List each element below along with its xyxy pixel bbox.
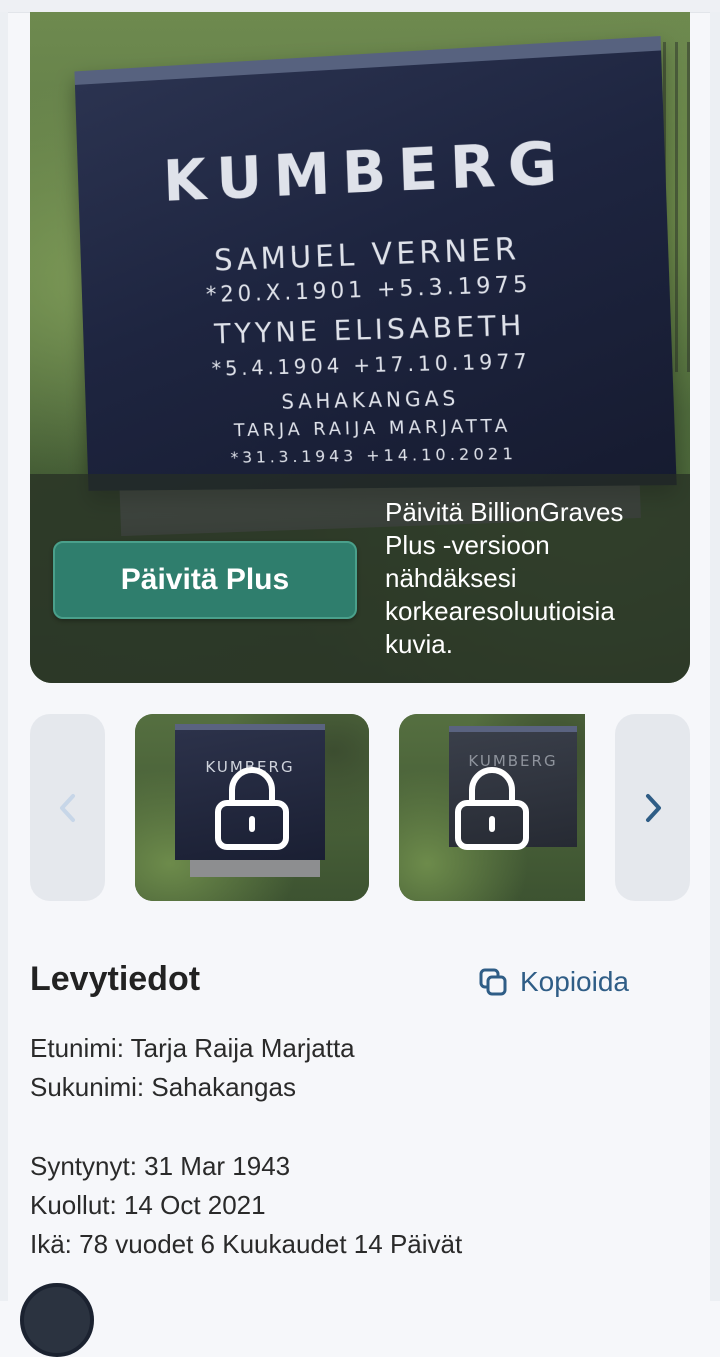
lock-icon (455, 766, 529, 850)
stone-line-6: SAHAKANGAS (281, 386, 460, 414)
prev-photo-button[interactable] (30, 714, 105, 901)
record-age: Ikä: 78 vuodet 6 Kuukaudet 14 Päivät (30, 1229, 463, 1259)
stone-line-8: *31.3.1943 +14.10.2021 (230, 443, 518, 467)
stone-line-1: KUMBERG (162, 127, 571, 215)
page-edge-right (710, 12, 720, 1301)
stone-line-7: TARJA RAIJA MARJATTA (233, 415, 512, 442)
chevron-right-icon (645, 793, 661, 822)
stone-line-4: TYYNE ELISABETH (213, 308, 527, 351)
upgrade-plus-button[interactable]: Päivitä Plus (53, 541, 357, 619)
record-died: Kuollut: 14 Oct 2021 (30, 1190, 266, 1220)
copy-button[interactable]: Kopioida (478, 962, 629, 1002)
next-photo-button[interactable] (615, 714, 690, 901)
copy-label: Kopioida (520, 966, 629, 997)
record-born: Syntynyt: 31 Mar 1943 (30, 1151, 291, 1181)
lock-icon (215, 766, 289, 850)
section-title: Levytiedot (30, 960, 201, 998)
photo-thumbnail[interactable]: KUMBERG (135, 714, 369, 901)
copy-icon (479, 968, 507, 996)
upgrade-message: Päivitä BillionGraves Plus -versioon näh… (385, 497, 624, 659)
record-last-name: Sukunimi: Sahakangas (30, 1072, 296, 1102)
headstone: KUMBERG SAMUEL VERNER *20.X.1901 +5.3.19… (74, 35, 677, 491)
page-edge-left (0, 12, 8, 1301)
chevron-left-icon (59, 793, 75, 822)
record-first-name: Etunimi: Tarja Raija Marjatta (30, 1033, 355, 1063)
grave-photo[interactable]: KUMBERG SAMUEL VERNER *20.X.1901 +5.3.19… (30, 12, 690, 683)
photo-thumbnail[interactable]: KUMBERG (399, 714, 585, 901)
avatar[interactable] (20, 1283, 94, 1357)
